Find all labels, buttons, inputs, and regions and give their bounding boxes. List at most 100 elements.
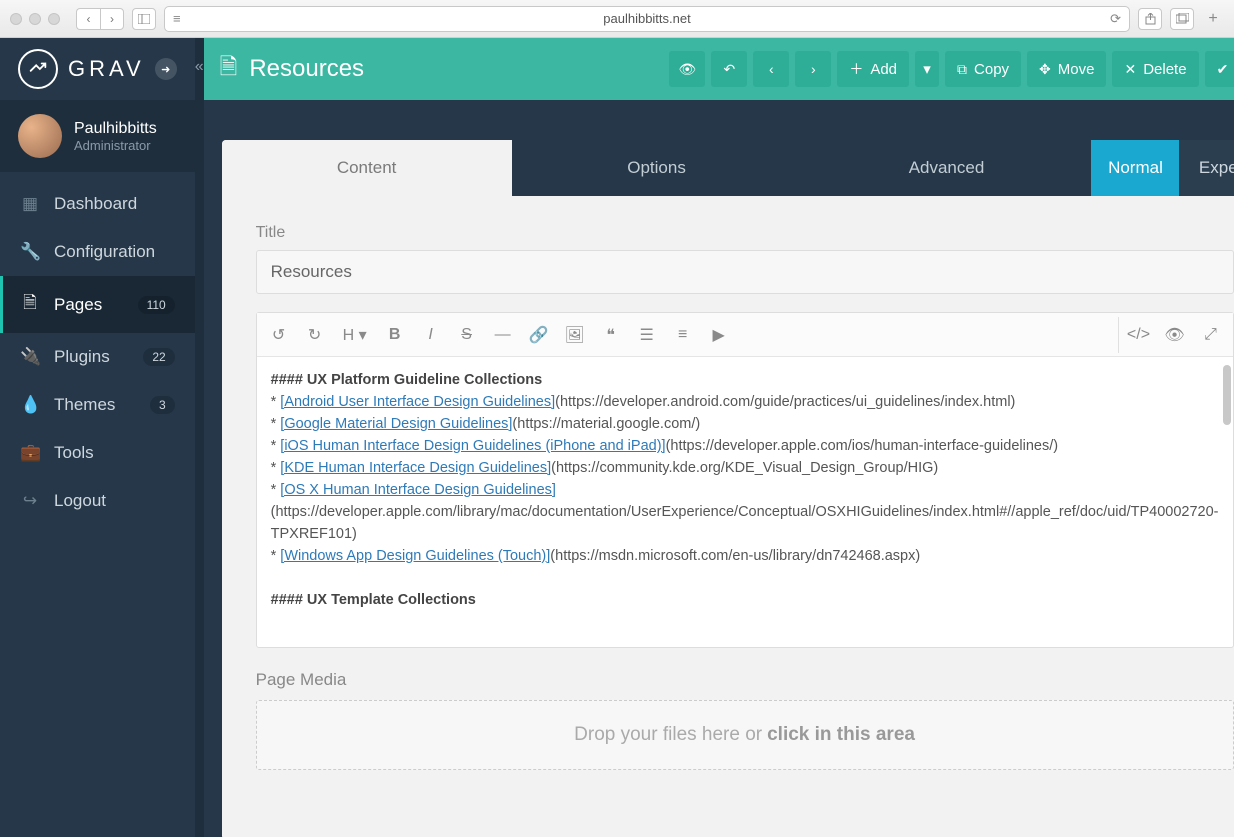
editor-toolbar: ↺ ↻ H ▾ B I S — 🔗 🖼 ❝ ☰ ≡ ▶: [257, 313, 1233, 357]
move-button[interactable]: ✥Move: [1027, 51, 1106, 87]
user-profile[interactable]: Paulhibbitts Administrator: [0, 100, 195, 172]
share-icon[interactable]: [1138, 8, 1162, 30]
nav-label: Tools: [54, 443, 94, 463]
logout-icon: ↪: [20, 491, 40, 511]
action-bar: 👁 ↶ ‹ › ＋Add ▾ ⧉Copy ✥Move ✕Delete ✔Save: [669, 51, 1234, 87]
grav-logo-icon: [18, 49, 58, 89]
editor-textarea[interactable]: #### UX Platform Guideline Collections* …: [257, 357, 1233, 647]
italic-tool[interactable]: I: [413, 317, 449, 353]
reload-icon[interactable]: ⟳: [1110, 11, 1121, 27]
user-name: Paulhibbitts: [74, 120, 157, 138]
markdown-link[interactable]: [iOS Human Interface Design Guidelines (…: [280, 438, 665, 454]
ul-tool[interactable]: ☰: [629, 317, 665, 353]
fullscreen-tool[interactable]: ⤢: [1193, 317, 1229, 353]
editor-scrollbar[interactable]: [1223, 365, 1231, 425]
heading-tool[interactable]: H ▾: [333, 317, 377, 353]
back-button[interactable]: ‹: [76, 8, 100, 30]
title-label: Title: [256, 224, 1234, 242]
markdown-link[interactable]: [KDE Human Interface Design Guidelines]: [280, 460, 551, 476]
strike-tool[interactable]: S: [449, 317, 485, 353]
editor-line: * [Android User Interface Design Guideli…: [271, 391, 1219, 413]
tabs-icon[interactable]: [1170, 8, 1194, 30]
markdown-link[interactable]: [OS X Human Interface Design Guidelines]: [280, 482, 556, 498]
tab-advanced[interactable]: Advanced: [802, 140, 1092, 196]
add-dropdown-button[interactable]: ▾: [915, 51, 939, 87]
sidebar-item-dashboard[interactable]: ▦ Dashboard: [0, 180, 195, 228]
redo-tool[interactable]: ↻: [297, 317, 333, 353]
delete-button[interactable]: ✕Delete: [1112, 51, 1198, 87]
content-panel: Content Options Advanced Normal Expert T…: [222, 140, 1234, 837]
close-window[interactable]: [10, 13, 22, 25]
quote-tool[interactable]: ❝: [593, 317, 629, 353]
markdown-link[interactable]: [Windows App Design Guidelines (Touch)]: [280, 548, 550, 564]
add-button[interactable]: ＋Add: [837, 51, 909, 87]
undo-tool[interactable]: ↺: [261, 317, 297, 353]
close-icon: ✕: [1124, 61, 1136, 78]
ol-tool[interactable]: ≡: [665, 317, 701, 353]
editor-line: * [iOS Human Interface Design Guidelines…: [271, 435, 1219, 457]
zoom-window[interactable]: [48, 13, 60, 25]
copy-icon: ⧉: [957, 61, 967, 78]
editor-line: * [KDE Human Interface Design Guidelines…: [271, 457, 1219, 479]
preview-button[interactable]: 👁: [669, 51, 705, 87]
sidebar-item-logout[interactable]: ↪ Logout: [0, 477, 195, 525]
video-tool[interactable]: ▶: [701, 317, 737, 353]
sidebar-nav: ▦ Dashboard 🔧 Configuration 🗎 Pages 110 …: [0, 172, 195, 525]
link-tool[interactable]: 🔗: [521, 317, 557, 353]
preview-tool[interactable]: 👁: [1157, 317, 1193, 353]
code-tool[interactable]: </>: [1121, 317, 1157, 353]
dropzone-text: Drop your files here or: [574, 724, 762, 746]
undo-button[interactable]: ↶: [711, 51, 747, 87]
nav-label: Logout: [54, 491, 106, 511]
nav-label: Pages: [54, 295, 102, 315]
minimize-window[interactable]: [29, 13, 41, 25]
new-tab-button[interactable]: +: [1202, 8, 1224, 30]
briefcase-icon: 💼: [20, 443, 40, 463]
markdown-link[interactable]: [Android User Interface Design Guideline…: [280, 394, 555, 410]
tab-mode-normal[interactable]: Normal: [1091, 140, 1179, 196]
sidebar-item-plugins[interactable]: 🔌 Plugins 22: [0, 333, 195, 381]
file-icon: 🗎: [220, 50, 238, 88]
chevron-down-icon: ▾: [923, 60, 931, 78]
url-text: paulhibbitts.net: [603, 11, 690, 26]
sidebar-toggle-icon[interactable]: [132, 8, 156, 30]
tab-options[interactable]: Options: [512, 140, 802, 196]
sidebar-collapse-button[interactable]: «: [195, 38, 204, 837]
avatar: [18, 114, 62, 158]
browser-chrome: ‹ › ≡ paulhibbitts.net ⟳ +: [0, 0, 1234, 38]
sidebar-item-tools[interactable]: 💼 Tools: [0, 429, 195, 477]
prev-button[interactable]: ‹: [753, 51, 789, 87]
media-dropzone[interactable]: Drop your files here or click in this ar…: [256, 700, 1234, 770]
sidebar-item-configuration[interactable]: 🔧 Configuration: [0, 228, 195, 276]
address-bar[interactable]: ≡ paulhibbitts.net ⟳: [164, 6, 1130, 32]
nav-label: Themes: [54, 395, 115, 415]
image-tool[interactable]: 🖼: [557, 317, 593, 353]
sidebar-item-themes[interactable]: 💧 Themes 3: [0, 381, 195, 429]
forward-button[interactable]: ›: [100, 8, 124, 30]
hr-tool[interactable]: —: [485, 317, 521, 353]
themes-count-badge: 3: [150, 396, 175, 414]
next-button[interactable]: ›: [795, 51, 831, 87]
brand-logo[interactable]: GRAV ➜: [0, 38, 195, 100]
drop-icon: 💧: [20, 395, 40, 415]
user-role: Administrator: [74, 138, 157, 153]
tab-content[interactable]: Content: [222, 140, 512, 196]
brand-arrow-icon[interactable]: ➜: [155, 58, 177, 80]
plugins-count-badge: 22: [143, 348, 174, 366]
title-input[interactable]: [256, 250, 1234, 294]
eye-icon: 👁: [678, 61, 696, 78]
reader-icon[interactable]: ≡: [173, 11, 181, 26]
sidebar: GRAV ➜ Paulhibbitts Administrator ▦ Dash…: [0, 38, 195, 837]
dropzone-bold: click in this area: [767, 724, 915, 746]
tab-mode-expert[interactable]: Expert: [1179, 140, 1234, 196]
media-label: Page Media: [256, 670, 1234, 690]
save-button[interactable]: ✔Save: [1205, 51, 1234, 87]
move-icon: ✥: [1039, 61, 1051, 78]
sidebar-item-pages[interactable]: 🗎 Pages 110: [0, 276, 195, 333]
undo-icon: ↶: [723, 61, 735, 78]
nav-label: Configuration: [54, 242, 155, 262]
bold-tool[interactable]: B: [377, 317, 413, 353]
copy-button[interactable]: ⧉Copy: [945, 51, 1021, 87]
markdown-link[interactable]: [Google Material Design Guidelines]: [280, 416, 512, 432]
nav-label: Plugins: [54, 347, 110, 367]
